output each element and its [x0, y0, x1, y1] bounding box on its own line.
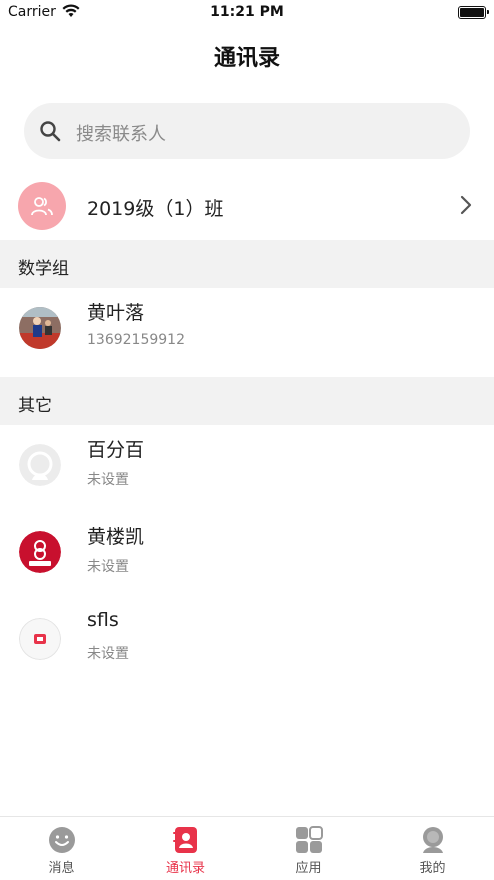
- avatar: [19, 307, 61, 349]
- battery-icon: [458, 6, 489, 19]
- contact-name: 黄叶落: [87, 302, 145, 324]
- avatar: [19, 531, 61, 573]
- status-bar: Carrier 11:21 PM: [0, 0, 494, 26]
- contact-subtitle: 未设置: [87, 646, 129, 662]
- avatar: [19, 618, 61, 660]
- apps-grid-icon: [295, 826, 323, 853]
- section-header-math: 数学组: [0, 240, 494, 288]
- tab-messages[interactable]: 消息: [0, 817, 123, 880]
- contact-subtitle: 未设置: [87, 472, 129, 488]
- tab-label: 我的: [419, 861, 446, 876]
- section-title: 其它: [18, 396, 52, 416]
- search-input[interactable]: 搜索联系人: [24, 103, 470, 159]
- tab-me[interactable]: 我的: [371, 817, 494, 880]
- group-users-icon: [31, 197, 53, 216]
- search-placeholder: 搜索联系人: [76, 124, 166, 145]
- contact-name: 黄楼凯: [87, 526, 145, 548]
- class-group-row[interactable]: 2019级（1）班: [0, 178, 494, 238]
- contact-row[interactable]: sfls 未设置: [0, 599, 494, 679]
- page-title: 通讯录: [213, 46, 280, 71]
- contact-row[interactable]: 黄楼凯 未设置: [0, 512, 494, 592]
- profile-icon: [422, 827, 443, 853]
- chevron-right-icon: [460, 195, 472, 215]
- contact-subtitle: 未设置: [87, 559, 129, 575]
- clock: 11:21 PM: [210, 4, 284, 20]
- contact-name: 百分百: [87, 439, 145, 461]
- search-icon: [40, 121, 61, 142]
- contact-phone: 13692159912: [87, 332, 185, 348]
- contact-row[interactable]: 黄叶落 13692159912: [0, 288, 494, 368]
- class-group-label: 2019级（1）班: [87, 198, 224, 220]
- contacts-book-icon: [172, 827, 197, 853]
- section-title: 数学组: [18, 259, 69, 279]
- group-avatar: [18, 182, 66, 230]
- tab-bar: 消息 通讯录 应用 我的: [0, 816, 494, 880]
- section-header-other: 其它: [0, 377, 494, 425]
- smile-face-icon: [48, 827, 75, 853]
- tab-label: 消息: [48, 861, 75, 876]
- tab-label: 应用: [295, 861, 322, 876]
- avatar: [19, 444, 61, 486]
- tab-contacts[interactable]: 通讯录: [124, 817, 247, 880]
- contact-row[interactable]: 百分百 未设置: [0, 425, 494, 505]
- tab-label: 通讯录: [165, 861, 205, 876]
- tab-apps[interactable]: 应用: [247, 817, 370, 880]
- contact-name: sfls: [87, 609, 119, 631]
